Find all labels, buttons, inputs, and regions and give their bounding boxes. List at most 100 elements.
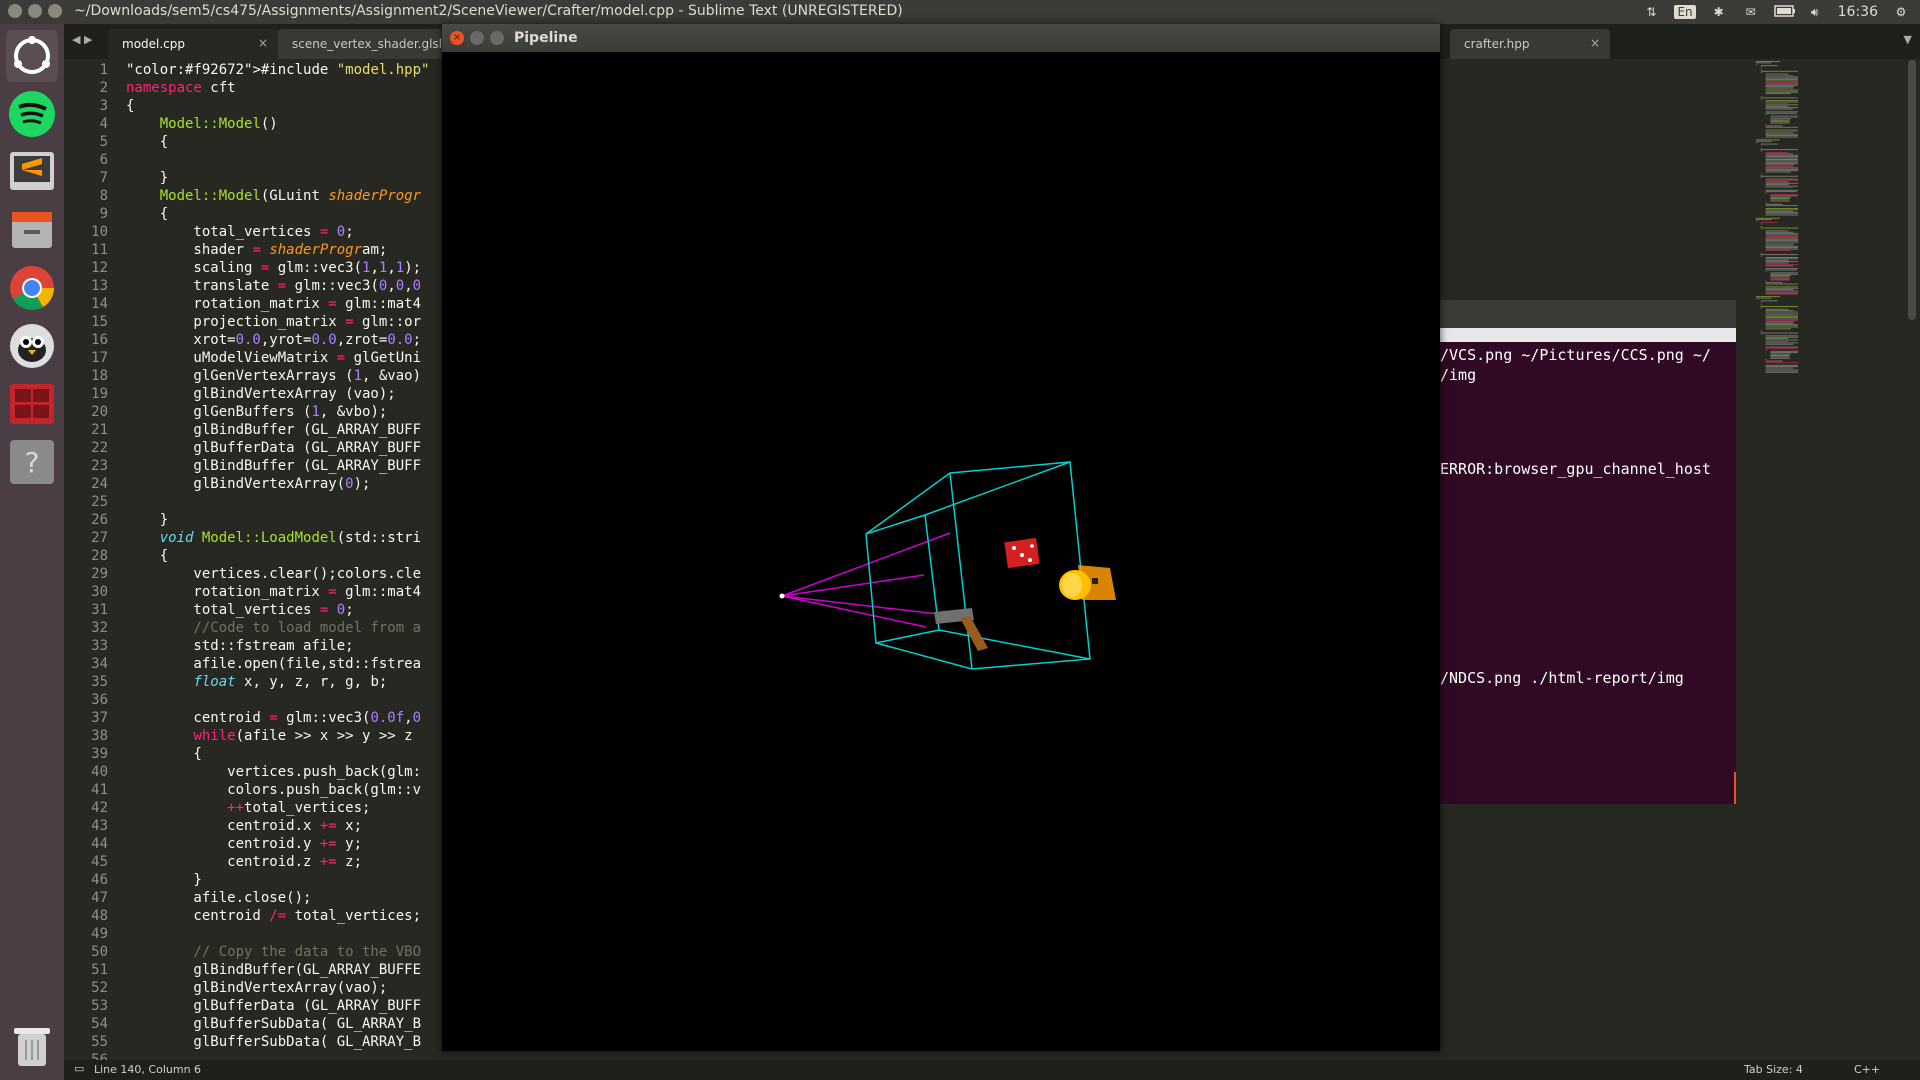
tab-navigation-arrows-icon[interactable]: ◀ ▶ — [72, 33, 92, 46]
code-line[interactable]: afile.open(file,std::fstrea — [126, 655, 429, 673]
bluetooth-icon[interactable]: ✱ — [1710, 5, 1728, 19]
keyboard-language-icon[interactable]: En — [1674, 5, 1696, 19]
opengl-viewport[interactable] — [442, 52, 1440, 1051]
code-line[interactable]: // Copy the data to the VBO — [126, 943, 429, 961]
pipeline-window[interactable]: × Pipeline — [442, 24, 1440, 1051]
code-line[interactable]: void Model::LoadModel(std::stri — [126, 529, 429, 547]
mail-icon[interactable]: ✉ — [1742, 5, 1760, 19]
code-line[interactable]: { — [126, 133, 429, 151]
code-line[interactable]: total_vertices = 0; — [126, 601, 429, 619]
settings-gear-icon[interactable]: ⚙ — [1892, 5, 1910, 19]
code-line[interactable]: afile.close(); — [126, 889, 429, 907]
minimap-line — [1765, 289, 1794, 291]
chrome-icon[interactable] — [6, 262, 58, 314]
code-line[interactable]: vertices.clear();colors.cle — [126, 565, 429, 583]
code-line[interactable]: glBufferData (GL_ARRAY_BUFF — [126, 439, 429, 457]
code-line[interactable]: } — [126, 871, 429, 889]
code-line[interactable]: scaling = glm::vec3(1,1,1); — [126, 259, 429, 277]
terminal-window[interactable]: /VCS.png ~/Pictures/CCS.png ~/ /img ERRO… — [1440, 300, 1736, 804]
close-tab-icon[interactable]: × — [258, 36, 268, 50]
code-line[interactable]: ++total_vertices; — [126, 799, 429, 817]
code-line[interactable]: centroid.y += y; — [126, 835, 429, 853]
code-line[interactable]: centroid.z += z; — [126, 853, 429, 871]
file-manager-icon[interactable] — [6, 204, 58, 256]
code-line[interactable]: uModelViewMatrix = glGetUni — [126, 349, 429, 367]
minimize-window-button[interactable] — [28, 4, 42, 18]
sort-arrows-icon[interactable]: ⇅ — [1642, 5, 1660, 19]
code-line[interactable]: namespace cft — [126, 79, 429, 97]
panel-toggle-icon[interactable]: ▭ — [74, 1062, 84, 1075]
minimize-icon[interactable] — [470, 31, 484, 45]
tab-model-cpp[interactable]: model.cpp × — [108, 29, 278, 59]
code-line[interactable]: glBindBuffer (GL_ARRAY_BUFF — [126, 457, 429, 475]
close-tab-icon[interactable]: × — [1590, 36, 1600, 50]
code-line[interactable]: "color:#f92672">#include "model.hpp" — [126, 61, 429, 79]
close-window-button[interactable] — [8, 4, 22, 18]
code-line[interactable]: glBindVertexArray (vao); — [126, 385, 429, 403]
code-line[interactable]: glBindBuffer (GL_ARRAY_BUFF — [126, 421, 429, 439]
code-line[interactable]: total_vertices = 0; — [126, 223, 429, 241]
tab-size[interactable]: Tab Size: 4 — [1744, 1063, 1803, 1076]
spotify-icon[interactable] — [6, 88, 58, 140]
code-line[interactable]: { — [126, 745, 429, 763]
code-line[interactable]: while(afile >> x >> y >> z — [126, 727, 429, 745]
code-line[interactable] — [126, 151, 429, 169]
code-line[interactable] — [126, 925, 429, 943]
code-line[interactable]: { — [126, 205, 429, 223]
code-line[interactable]: rotation_matrix = glm::mat4 — [126, 583, 429, 601]
code-line[interactable]: Model::Model() — [126, 115, 429, 133]
code-line[interactable]: glGenVertexArrays (1, &vao) — [126, 367, 429, 385]
code-line[interactable]: glGenBuffers (1, &vbo); — [126, 403, 429, 421]
code-line[interactable]: std::fstream afile; — [126, 637, 429, 655]
code-line[interactable]: //Code to load model from a — [126, 619, 429, 637]
maximize-window-button[interactable] — [48, 4, 62, 18]
code-line[interactable] — [126, 691, 429, 709]
code-line[interactable]: centroid.x += x; — [126, 817, 429, 835]
code-line[interactable]: glBufferSubData( GL_ARRAY_B — [126, 1015, 429, 1033]
terminal-scrollbar[interactable] — [1440, 328, 1736, 342]
code-line[interactable]: centroid /= total_vertices; — [126, 907, 429, 925]
tab-crafter-hpp[interactable]: crafter.hpp × — [1450, 29, 1610, 59]
pidgin-icon[interactable] — [6, 320, 58, 372]
minimap[interactable] — [1752, 59, 1902, 389]
code-line[interactable]: } — [126, 511, 429, 529]
tab-overflow-icon[interactable]: ▼ — [1904, 33, 1912, 46]
code-line[interactable]: shader = shaderProgram; — [126, 241, 429, 259]
code-line[interactable]: glBindVertexArray(vao); — [126, 979, 429, 997]
code-line[interactable]: } — [126, 169, 429, 187]
trash-icon[interactable] — [6, 1020, 58, 1072]
help-icon[interactable]: ? — [6, 436, 58, 488]
battery-icon[interactable] — [1773, 5, 1795, 19]
code-line[interactable]: translate = glm::vec3(0,0,0 — [126, 277, 429, 295]
clock[interactable]: 16:36 — [1838, 4, 1878, 20]
workspace-switcher-icon[interactable] — [6, 378, 58, 430]
ubuntu-dash-icon[interactable] — [6, 30, 58, 82]
code-line[interactable]: Model::Model(GLuint shaderProgr — [126, 187, 429, 205]
maximize-icon[interactable] — [490, 31, 504, 45]
code-line[interactable]: { — [126, 97, 429, 115]
terminal-titlebar[interactable] — [1440, 300, 1736, 328]
code-line[interactable]: glBufferData (GL_ARRAY_BUFF — [126, 997, 429, 1015]
code-line[interactable]: glBufferSubData( GL_ARRAY_B — [126, 1033, 429, 1051]
code-line[interactable] — [126, 493, 429, 511]
code-line[interactable]: glBindBuffer(GL_ARRAY_BUFFE — [126, 961, 429, 979]
tab-scene-vertex-shader[interactable]: scene_vertex_shader.glsl — [278, 29, 442, 59]
close-icon[interactable]: × — [450, 31, 464, 45]
code-line[interactable]: xrot=0.0,yrot=0.0,zrot=0.0; — [126, 331, 429, 349]
syntax-mode[interactable]: C++ — [1854, 1063, 1880, 1076]
code-line[interactable]: vertices.push_back(glm: — [126, 763, 429, 781]
code-line[interactable]: centroid = glm::vec3(0.0f,0 — [126, 709, 429, 727]
volume-icon[interactable]: 🔊︎ — [1806, 5, 1824, 19]
code-line[interactable] — [126, 1051, 429, 1060]
code-editor[interactable]: 1 2 3 4 5 6 7 8 9 10 11 12 13 14 15 16 17 18 19 20 21 22 23 24 2… — [64, 59, 442, 1060]
code-line[interactable]: colors.push_back(glm::v — [126, 781, 429, 799]
code-line[interactable]: projection_matrix = glm::or — [126, 313, 429, 331]
code-area[interactable]: "color:#f92672">#include "model.hpp" name… — [126, 59, 429, 1060]
code-line[interactable]: glBindVertexArray(0); — [126, 475, 429, 493]
sublime-text-icon[interactable] — [6, 146, 58, 198]
pipeline-titlebar[interactable]: × Pipeline — [442, 24, 1440, 52]
code-line[interactable]: rotation_matrix = glm::mat4 — [126, 295, 429, 313]
code-line[interactable]: float x, y, z, r, g, b; — [126, 673, 429, 691]
code-line[interactable]: { — [126, 547, 429, 565]
editor-scrollbar[interactable] — [1908, 60, 1916, 320]
